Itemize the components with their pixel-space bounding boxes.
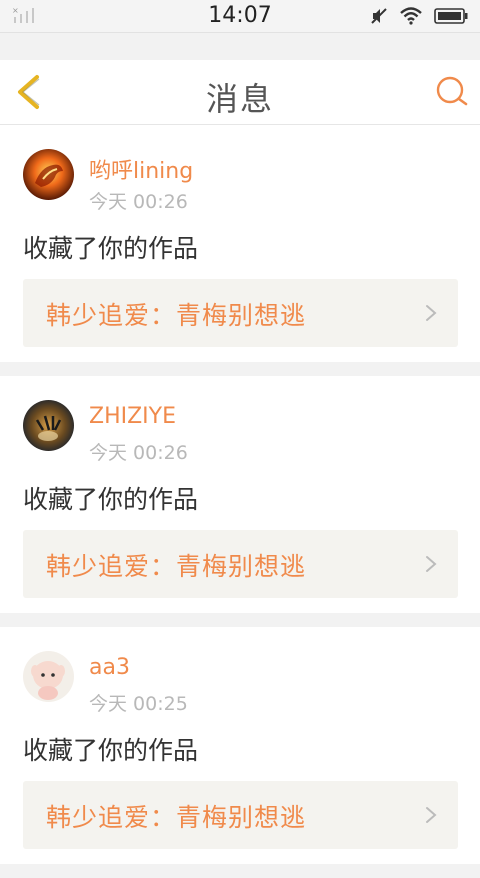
chevron-right-icon bbox=[426, 807, 437, 823]
doll-avatar bbox=[23, 651, 74, 702]
message-list: 哟呼lining 今天 00:26 收藏了你的作品 韩少追爱：青梅别想逃 ZHI… bbox=[0, 125, 480, 878]
avatar[interactable] bbox=[23, 400, 74, 451]
timestamp: 今天 00:26 bbox=[89, 191, 188, 213]
avatar[interactable] bbox=[23, 651, 74, 702]
status-bar: × 14:07 bbox=[0, 0, 480, 33]
search-icon[interactable] bbox=[434, 74, 470, 110]
status-icons bbox=[370, 6, 468, 26]
battery-icon bbox=[434, 8, 468, 24]
chevron-right-icon bbox=[426, 556, 437, 572]
username[interactable]: ZHIZIYE bbox=[89, 404, 176, 429]
app-header: 消息 bbox=[0, 60, 480, 125]
username[interactable]: 哟呼lining bbox=[89, 153, 193, 185]
message-card: aa3 今天 00:25 收藏了你的作品 韩少追爱：青梅别想逃 bbox=[0, 627, 480, 864]
work-link[interactable]: 韩少追爱：青梅别想逃 bbox=[23, 530, 458, 598]
mute-icon bbox=[371, 8, 387, 24]
message-card: 哟呼lining 今天 00:26 收藏了你的作品 韩少追爱：青梅别想逃 bbox=[0, 125, 480, 362]
action-text: 收藏了你的作品 bbox=[23, 234, 199, 263]
message-card: ZHIZIYE 今天 00:26 收藏了你的作品 韩少追爱：青梅别想逃 bbox=[0, 376, 480, 613]
timestamp: 今天 00:26 bbox=[89, 442, 188, 464]
timestamp: 今天 00:25 bbox=[89, 693, 188, 715]
action-text: 收藏了你的作品 bbox=[23, 485, 199, 514]
tiger-avatar bbox=[23, 400, 74, 451]
work-title: 韩少追爱：青梅别想逃 bbox=[46, 301, 307, 330]
work-title: 韩少追爱：青梅别想逃 bbox=[46, 803, 307, 832]
fire-horse-avatar bbox=[23, 149, 74, 200]
work-link[interactable]: 韩少追爱：青梅别想逃 bbox=[23, 781, 458, 849]
avatar[interactable] bbox=[23, 149, 74, 200]
username[interactable]: aa3 bbox=[89, 655, 130, 680]
wifi-icon bbox=[400, 7, 422, 25]
work-link[interactable]: 韩少追爱：青梅别想逃 bbox=[23, 279, 458, 347]
page-title: 消息 bbox=[205, 80, 274, 118]
chevron-right-icon bbox=[426, 305, 437, 321]
action-text: 收藏了你的作品 bbox=[23, 736, 199, 765]
work-title: 韩少追爱：青梅别想逃 bbox=[46, 552, 307, 581]
